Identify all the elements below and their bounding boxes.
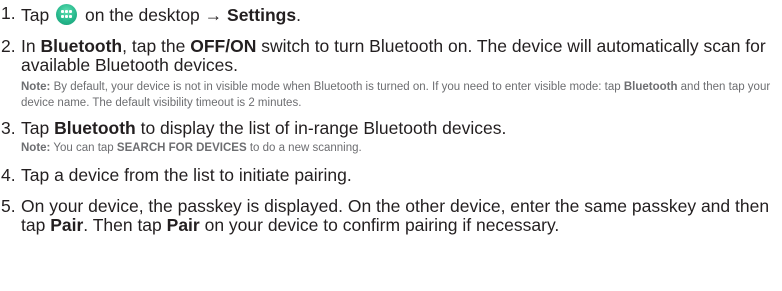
step-5: 5. On your device, the passkey is displa… [0,197,782,235]
settings-label: Settings [227,5,297,25]
step-text: On your device, the passkey is displayed… [21,196,770,235]
step-2: 2. In Bluetooth, tap the OFF/ON switch t… [0,37,782,111]
apps-launcher-icon [56,4,78,25]
step-text: In Bluetooth, tap the OFF/ON switch to t… [21,36,766,75]
step-number: 4. [1,165,16,185]
step-text: Tap a device from the list to initiate p… [21,165,352,185]
step-text: Tap on the desktop → Settings. [21,4,301,25]
step-3: 3. Tap Bluetooth to display the list of … [0,119,782,156]
step-number: 1. [1,3,16,23]
step-note: Note: You can tap SEARCH FOR DEVICES to … [21,142,362,154]
step-1: 1. Tap on the desktop → Settings. [0,4,782,25]
step-4: 4. Tap a device from the list to initiat… [0,166,782,185]
step-number: 3. [1,118,16,138]
step-note: Note: By default, your device is not in … [21,81,771,109]
step-number: 2. [1,36,16,56]
step-number: 5. [1,196,16,216]
instruction-list: 1. Tap on the desktop → Settings. 2. In … [0,4,782,235]
document-page: 1. Tap on the desktop → Settings. 2. In … [0,0,782,291]
step-text: Tap Bluetooth to display the list of in-… [21,118,507,138]
